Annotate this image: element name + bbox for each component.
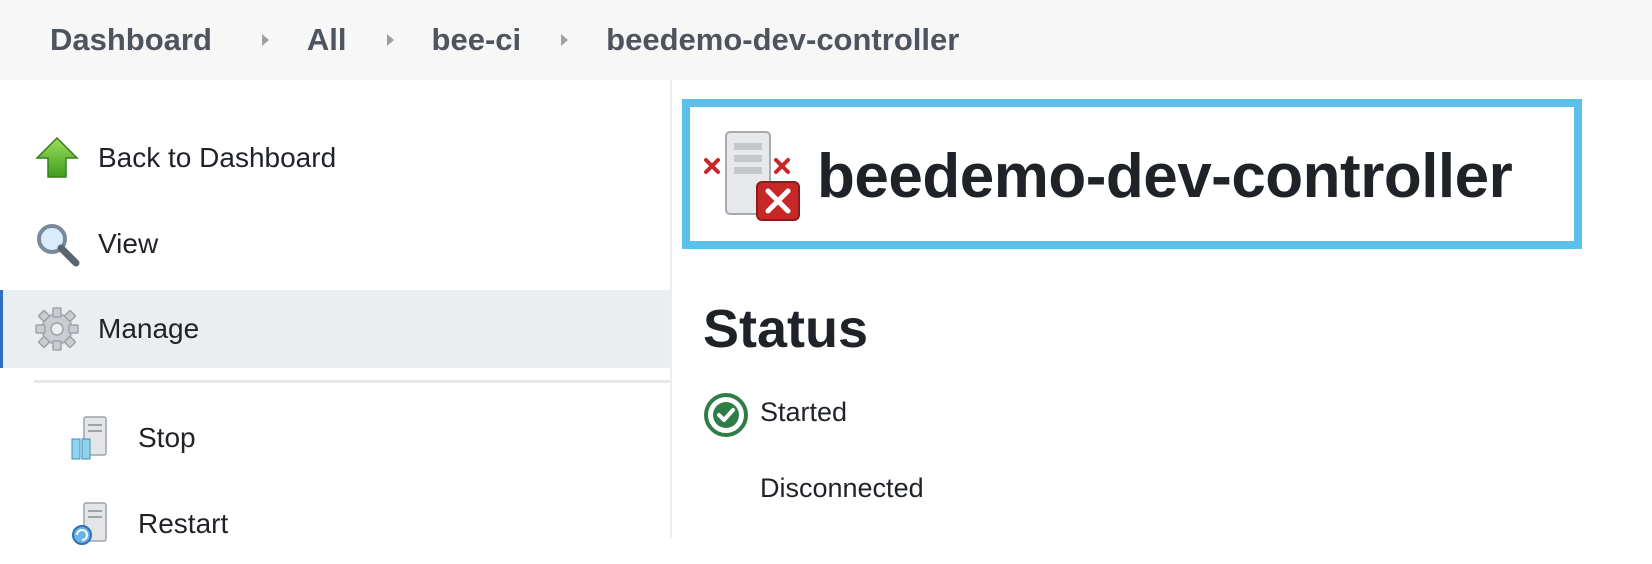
main-content: beedemo-dev-controller Status Started Di…	[672, 80, 1652, 538]
page-header: beedemo-dev-controller	[682, 99, 1582, 249]
breadcrumb-bee-ci[interactable]: bee-ci	[432, 22, 522, 58]
breadcrumb: Dashboard All bee-ci beedemo-dev-control…	[0, 0, 1652, 80]
sidebar-item-label: View	[98, 228, 159, 259]
magnifier-icon	[37, 224, 80, 267]
sidebar-item-stop[interactable]: Stop	[0, 398, 670, 478]
server-restart-icon	[72, 502, 107, 545]
sidebar-item-label: Stop	[138, 422, 196, 453]
sidebar-item-label: Manage	[98, 313, 200, 344]
sidebar-item-label: Restart	[138, 508, 229, 539]
sidebar-item-manage[interactable]: Manage	[0, 290, 670, 368]
breadcrumb-separator-icon	[386, 34, 394, 46]
page-title: beedemo-dev-controller	[817, 142, 1513, 211]
up-arrow-icon	[35, 136, 79, 178]
sidebar: Back to Dashboard View Manage Stop Resta…	[0, 80, 672, 545]
sidebar-item-back-to-dashboard[interactable]: Back to Dashboard	[0, 118, 670, 198]
sidebar-item-view[interactable]: View	[0, 204, 670, 284]
check-circle-icon	[704, 393, 748, 437]
breadcrumb-separator-icon	[261, 34, 269, 46]
status-started: Started	[760, 397, 848, 427]
sidebar-item-label: Back to Dashboard	[98, 142, 337, 173]
server-disconnected-icon	[704, 131, 800, 221]
status-disconnected: Disconnected	[760, 473, 924, 503]
breadcrumb-separator-icon	[561, 34, 569, 46]
sidebar-item-restart[interactable]: Restart	[0, 484, 670, 564]
breadcrumb-all[interactable]: All	[307, 22, 347, 58]
divider	[34, 380, 670, 383]
breadcrumb-controller[interactable]: beedemo-dev-controller	[606, 22, 959, 58]
gear-icon	[35, 307, 79, 351]
server-stop-icon	[71, 416, 107, 460]
breadcrumb-dashboard[interactable]: Dashboard	[50, 22, 212, 58]
active-indicator	[0, 290, 3, 368]
status-heading: Status	[703, 299, 869, 359]
